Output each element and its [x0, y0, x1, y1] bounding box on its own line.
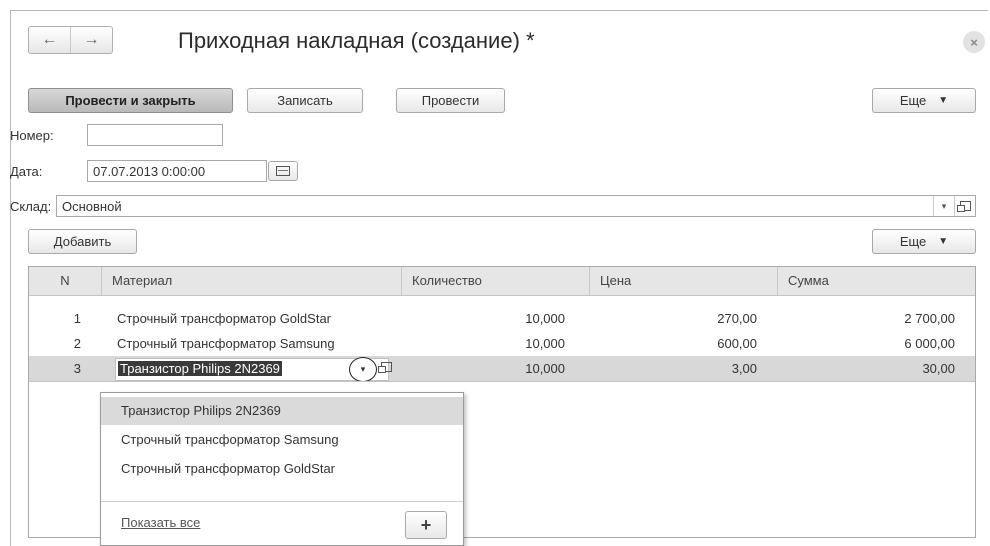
add-row-button[interactable]: Добавить: [28, 229, 137, 254]
table-more-label: Еще: [899, 234, 927, 249]
navigation-buttons: ← →: [28, 26, 113, 54]
warehouse-value: Основной: [62, 198, 122, 214]
calendar-icon: [276, 166, 290, 176]
window-frame-left: [10, 10, 11, 546]
more-menu-button[interactable]: Еще ▼: [872, 88, 976, 113]
dropdown-item[interactable]: Строчный трансформатор GoldStar: [101, 455, 463, 483]
column-header-material[interactable]: Материал: [101, 267, 401, 295]
table-row-selected[interactable]: 3 Транзистор Philips 2N2369 ▾ 10,000 3,0…: [29, 356, 975, 382]
cell-material: Строчный трансформатор Samsung: [117, 336, 335, 351]
add-new-button[interactable]: +: [405, 511, 447, 539]
column-header-quantity[interactable]: Количество: [401, 267, 589, 295]
post-and-close-button[interactable]: Провести и закрыть: [28, 88, 233, 113]
chevron-down-icon: ▾: [360, 364, 366, 374]
close-icon[interactable]: ×: [963, 31, 985, 53]
dropdown-item[interactable]: Строчный трансформатор Samsung: [101, 426, 463, 454]
column-header-price[interactable]: Цена: [589, 267, 777, 295]
number-field[interactable]: [87, 124, 223, 146]
cell-price: 3,00: [731, 361, 757, 376]
forward-arrow-icon[interactable]: →: [70, 27, 112, 53]
date-field[interactable]: 07.07.2013 0:00:00: [87, 160, 267, 182]
cell-n: 3: [73, 361, 81, 376]
warehouse-open-button[interactable]: [954, 196, 975, 216]
cell-n: 2: [73, 336, 81, 351]
dropdown-divider: [101, 501, 463, 502]
column-header-n[interactable]: N: [29, 267, 101, 295]
cell-quantity: 10,000: [525, 311, 565, 326]
cell-quantity: 10,000: [525, 336, 565, 351]
number-label: Номер:: [10, 128, 54, 143]
warehouse-label: Склад:: [10, 199, 52, 214]
column-header-sum[interactable]: Сумма: [777, 267, 977, 295]
material-dropdown-list: Транзистор Philips 2N2369 Строчный транс…: [100, 392, 464, 546]
show-all-link[interactable]: Показать все: [121, 515, 200, 530]
table-header: N Материал Количество Цена Сумма: [29, 267, 975, 296]
warehouse-dropdown-button[interactable]: ▾: [933, 196, 954, 216]
material-edit-field[interactable]: Транзистор Philips 2N2369: [115, 358, 389, 381]
window-frame-top: [10, 10, 988, 11]
material-edit-value: Транзистор Philips 2N2369: [118, 361, 282, 376]
chevron-down-icon: ▾: [941, 200, 947, 211]
cell-sum: 2 700,00: [904, 311, 955, 326]
material-dropdown-button[interactable]: ▾: [349, 357, 377, 382]
more-label: Еще: [899, 93, 927, 108]
cell-sum: 6 000,00: [904, 336, 955, 351]
save-button[interactable]: Записать: [247, 88, 363, 113]
date-label: Дата:: [10, 164, 43, 179]
table-more-menu-button[interactable]: Еще ▼: [872, 229, 976, 254]
cell-quantity: 10,000: [525, 361, 565, 376]
cell-price: 270,00: [717, 311, 757, 326]
cell-n: 1: [73, 311, 81, 326]
row-divider: [29, 381, 975, 382]
open-window-icon: [378, 362, 392, 373]
back-arrow-icon[interactable]: ←: [29, 27, 70, 53]
cell-sum: 30,00: [922, 361, 955, 376]
cell-material: Строчный трансформатор GoldStar: [117, 311, 331, 326]
open-window-icon: [956, 201, 971, 212]
cell-price: 600,00: [717, 336, 757, 351]
table-row[interactable]: 2 Строчный трансформатор Samsung 10,000 …: [29, 331, 975, 356]
chevron-down-icon: ▼: [938, 236, 949, 247]
chevron-down-icon: ▼: [938, 95, 949, 106]
dropdown-item[interactable]: Транзистор Philips 2N2369: [101, 397, 463, 425]
table-row[interactable]: 1 Строчный трансформатор GoldStar 10,000…: [29, 306, 975, 331]
material-open-button[interactable]: [378, 362, 392, 373]
calendar-button[interactable]: [268, 161, 298, 181]
warehouse-field[interactable]: Основной ▾: [56, 195, 976, 217]
post-button[interactable]: Провести: [396, 88, 505, 113]
window-title: Приходная накладная (создание) *: [178, 28, 535, 53]
